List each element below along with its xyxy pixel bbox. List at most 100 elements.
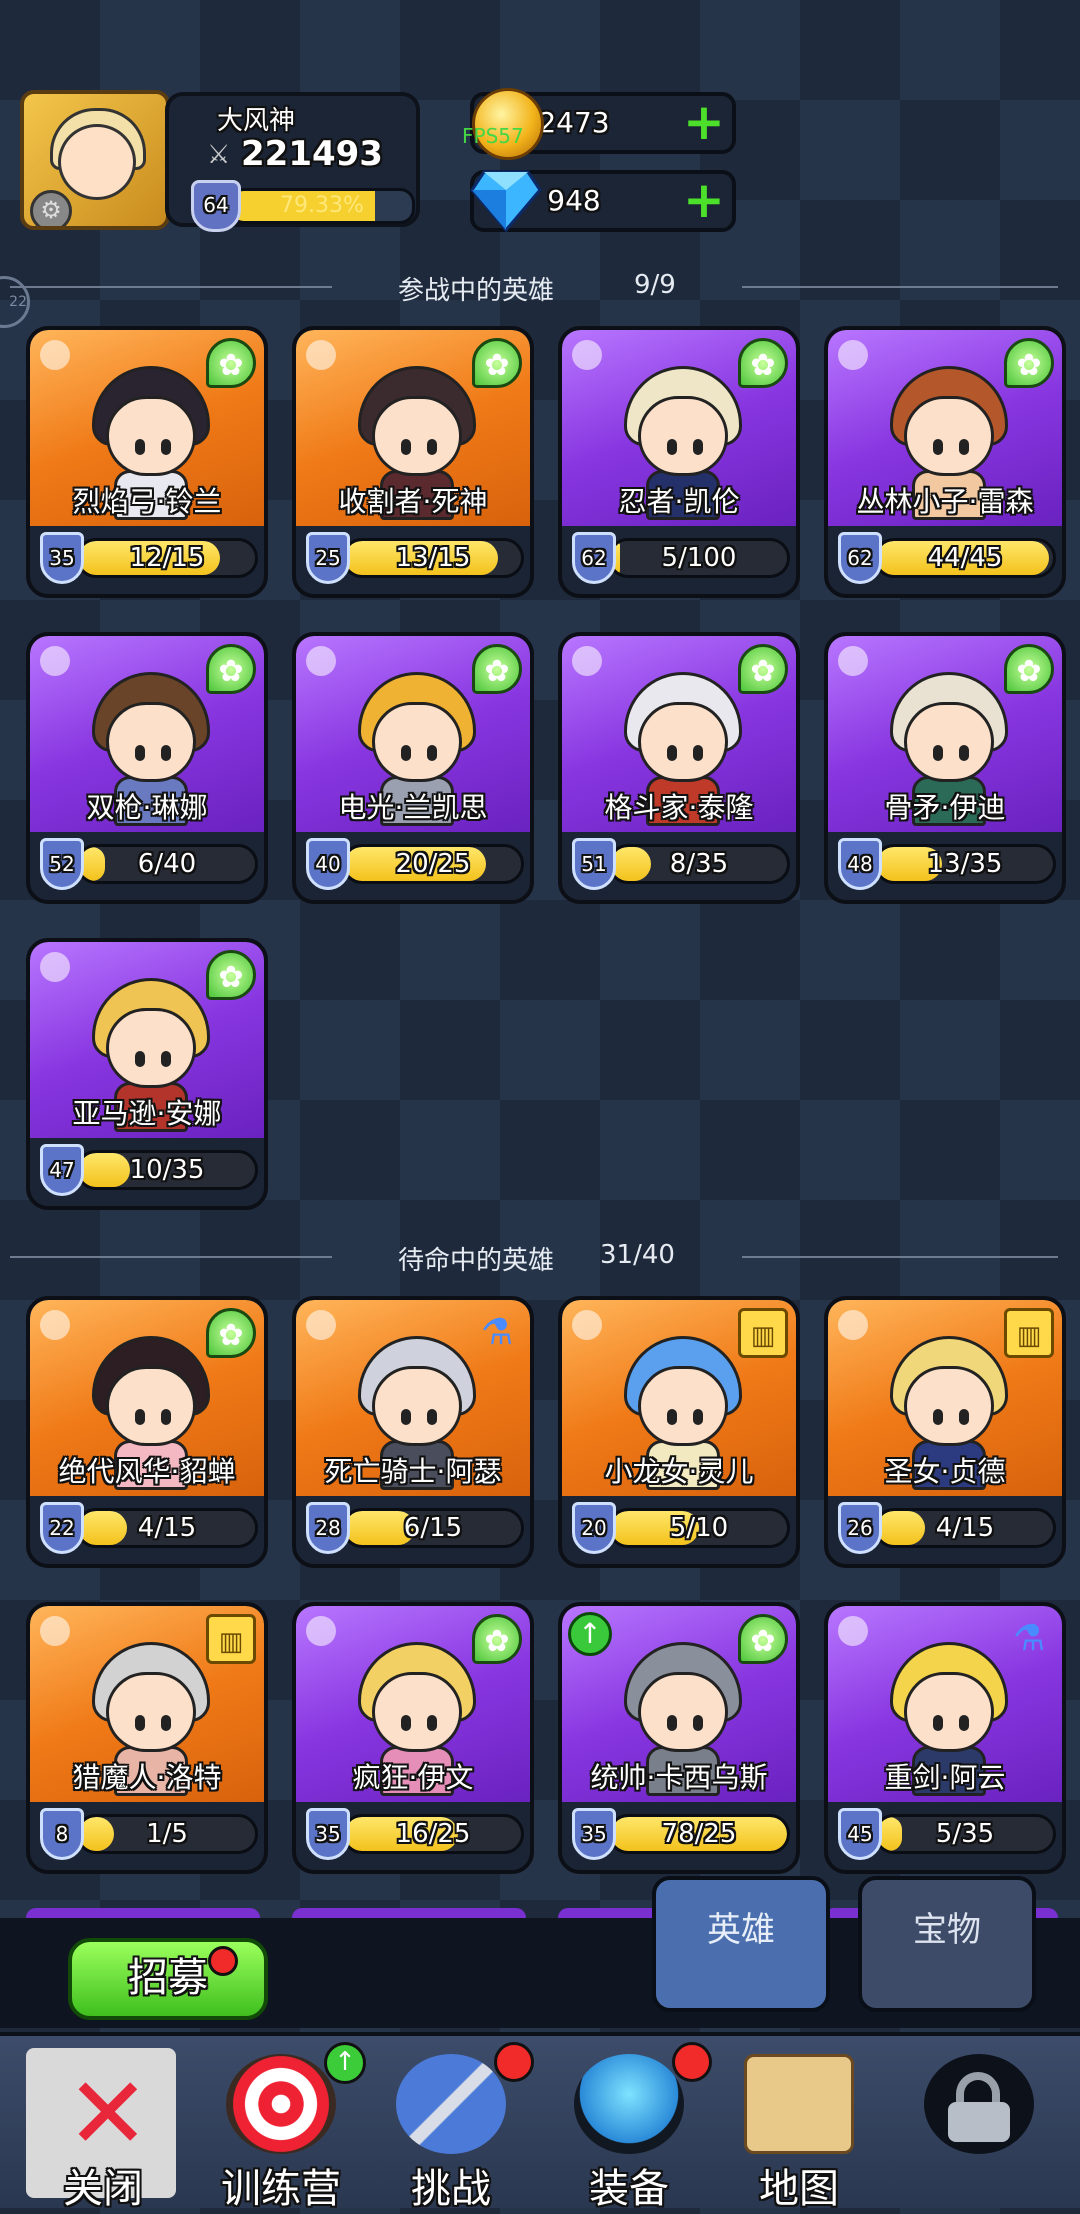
hero-name: 格斗家·泰隆 — [604, 791, 754, 824]
hero-card[interactable]: ✿ 收割者·死神 13/15 25 — [292, 326, 534, 598]
section-divider-left — [10, 1256, 332, 1258]
potion-badge-icon: ⚗ — [480, 1312, 514, 1353]
tab-treasure[interactable]: 宝物 — [858, 1876, 1036, 2012]
card-shine — [40, 1616, 70, 1646]
fragment-count: 8/35 — [669, 849, 729, 879]
hero-card[interactable]: ✿ 烈焰弓·铃兰 12/15 35 — [26, 326, 268, 598]
settings-gear-icon[interactable]: ⚙ — [30, 190, 72, 226]
wing-badge-icon: ✿ — [738, 1614, 788, 1664]
xp-percent: 79.33% — [280, 193, 364, 218]
hero-level-badge: 62 — [572, 532, 616, 584]
card-shine — [40, 952, 70, 982]
hero-level-badge: 62 — [838, 532, 882, 584]
fragment-progress-bar: 5/10 — [608, 1508, 790, 1548]
fragment-count: 78/25 — [661, 1819, 737, 1849]
card-shine — [838, 646, 868, 676]
card-shine — [40, 646, 70, 676]
nav-locked[interactable] — [894, 2048, 1064, 2206]
hero-card[interactable]: ⚗ 死亡骑士·阿瑟 6/15 28 — [292, 1296, 534, 1568]
fragment-progress-bar: 5/100 — [608, 538, 790, 578]
fragment-count: 5/10 — [669, 1513, 729, 1543]
hero-card[interactable]: ⚗ 重剑·阿云 5/35 45 — [824, 1602, 1066, 1874]
hero-card[interactable]: ▥ 猎魔人·洛特 1/5 8 — [26, 1602, 268, 1874]
card-shine — [306, 1616, 336, 1646]
nav-equipment[interactable]: 装备 — [544, 2042, 714, 2212]
fragment-count: 6/40 — [137, 849, 197, 879]
card-shine — [40, 340, 70, 370]
hero-card[interactable]: ✿ 格斗家·泰隆 8/35 51 — [558, 632, 800, 904]
hero-card[interactable]: ✿ 疯狂·伊文 16/25 35 — [292, 1602, 534, 1874]
upgrade-arrow-icon: ↑ — [568, 1612, 612, 1656]
fragment-progress-bar: 1/5 — [76, 1814, 258, 1854]
nav-close-label: 关闭 — [63, 2166, 143, 2212]
nav-equipment-label: 装备 — [589, 2166, 669, 2212]
hero-name: 绝代风华·貂蝉 — [58, 1455, 236, 1488]
hero-level-badge: 51 — [572, 838, 616, 890]
active-section-title: 参战中的英雄 — [398, 276, 555, 306]
diamond-gem-icon — [470, 170, 542, 232]
profile-panel: 大风神 ⚔ 221493 79.33% 64 — [165, 92, 420, 232]
nav-map[interactable]: 地图 — [714, 2048, 884, 2212]
hero-level-badge: 52 — [40, 838, 84, 890]
power-swords-icon: ⚔ — [207, 140, 231, 170]
wing-badge-icon: ✿ — [472, 644, 522, 694]
hero-card[interactable]: ✿ 绝代风华·貂蝉 4/15 22 — [26, 1296, 268, 1568]
wing-badge-icon: ✿ — [738, 338, 788, 388]
fragment-count: 5/35 — [935, 1819, 995, 1849]
nav-close[interactable]: ✕ 关闭 — [18, 2048, 188, 2212]
player-level-badge: 64 — [191, 180, 241, 232]
add-gem-plus-icon[interactable]: + — [682, 175, 726, 225]
hero-card[interactable]: ✿ 双枪·琳娜 6/40 52 — [26, 632, 268, 904]
fragment-progress-bar: 5/35 — [874, 1814, 1056, 1854]
tab-heroes[interactable]: 英雄 — [652, 1876, 830, 2012]
hero-name: 忍者·凯伦 — [618, 485, 740, 518]
wing-badge-icon: ✿ — [472, 1614, 522, 1664]
nav-training[interactable]: ↑ 训练营 — [196, 2042, 366, 2212]
hero-card[interactable]: ✿ 忍者·凯伦 5/100 62 — [558, 326, 800, 598]
hero-card[interactable]: ▥ 小龙女·灵儿 5/10 20 — [558, 1296, 800, 1568]
sword-shield-icon — [396, 2054, 506, 2154]
hero-name: 重剑·阿云 — [884, 1761, 1006, 1794]
potion-badge-icon: ⚗ — [1012, 1618, 1046, 1659]
fragment-progress-bar: 13/15 — [342, 538, 524, 578]
add-gold-plus-icon[interactable]: + — [682, 97, 726, 147]
hero-name: 收割者·死神 — [338, 485, 488, 518]
hero-level-badge: 35 — [306, 1808, 350, 1860]
player-avatar[interactable]: ⚙ — [20, 90, 170, 230]
card-shine — [838, 1310, 868, 1340]
card-shine — [572, 646, 602, 676]
hero-card[interactable]: ✿ ↑ 统帅·卡西乌斯 78/25 35 — [558, 1602, 800, 1874]
hero-card[interactable]: ✿ 骨矛·伊迪 13/35 48 — [824, 632, 1066, 904]
standby-section-count: 31/40 — [600, 1240, 675, 1270]
hero-name: 丛林小子·雷森 — [856, 485, 1034, 518]
section-divider-right — [742, 1256, 1058, 1258]
card-shine — [572, 1310, 602, 1340]
fragment-count: 6/15 — [403, 1513, 463, 1543]
fragment-count: 1/5 — [146, 1819, 188, 1849]
fragment-count: 13/15 — [395, 543, 471, 573]
hero-card[interactable]: ▥ 圣女·贞德 4/15 26 — [824, 1296, 1066, 1568]
book-badge-icon: ▥ — [738, 1308, 788, 1358]
hero-card[interactable]: ✿ 电光·兰凯思 20/25 40 — [292, 632, 534, 904]
fragment-progress-bar: 4/15 — [76, 1508, 258, 1548]
fragment-progress-bar: 20/25 — [342, 844, 524, 884]
hero-level-badge: 8 — [40, 1808, 84, 1860]
hero-level-badge: 35 — [572, 1808, 616, 1860]
hero-level-badge: 47 — [40, 1144, 84, 1196]
fragment-count: 13/35 — [927, 849, 1003, 879]
card-shine — [838, 340, 868, 370]
recruit-button[interactable]: 招募 — [68, 1938, 268, 2020]
wing-badge-icon: ✿ — [472, 338, 522, 388]
side-indicator[interactable]: 22 — [0, 276, 30, 328]
wing-badge-icon: ✿ — [738, 644, 788, 694]
lock-icon — [924, 2054, 1034, 2154]
wing-badge-icon: ✿ — [206, 644, 256, 694]
hero-level-badge: 40 — [306, 838, 350, 890]
hero-card[interactable]: ✿ 丛林小子·雷森 44/45 62 — [824, 326, 1066, 598]
nav-map-label: 地图 — [759, 2166, 839, 2212]
nav-challenge[interactable]: 挑战 — [366, 2042, 536, 2212]
hero-card[interactable]: ✿ 亚马逊·安娜 10/35 47 — [26, 938, 268, 1210]
hero-name: 电光·兰凯思 — [338, 791, 488, 824]
hero-level-badge: 35 — [40, 532, 84, 584]
hero-name: 死亡骑士·阿瑟 — [324, 1455, 502, 1488]
